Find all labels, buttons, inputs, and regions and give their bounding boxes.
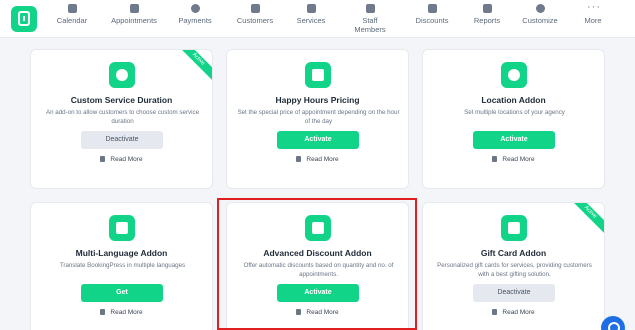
addon-description: Set multiple locations of your agency xyxy=(464,109,565,116)
addon-description: An add-on to allow customers to choose c… xyxy=(45,109,200,125)
palette-icon xyxy=(535,4,545,13)
read-more-link[interactable]: Read More xyxy=(423,156,604,163)
nav-label: Customize xyxy=(522,16,558,25)
more-dots-icon: ··· xyxy=(587,1,601,13)
clock-plus-icon xyxy=(109,62,135,88)
nav-label: Reports xyxy=(473,16,501,25)
calendar-icon xyxy=(67,4,77,13)
addon-card-location: Location Addon Set multiple locations of… xyxy=(422,49,605,189)
highlight-box xyxy=(217,198,417,330)
nav-label: Customers xyxy=(236,16,274,25)
nav-label: Discounts xyxy=(415,16,449,25)
addon-card-custom-service-duration: Active Custom Service Duration An add-on… xyxy=(30,49,213,189)
discount-tag-icon xyxy=(427,4,437,13)
nav-item-customers[interactable]: Customers xyxy=(234,4,276,25)
document-icon xyxy=(296,156,302,162)
read-more-label: Read More xyxy=(110,309,143,316)
read-more-label: Read More xyxy=(502,156,535,163)
nav-item-staff-members[interactable]: Staff Members xyxy=(346,4,394,34)
document-icon xyxy=(492,156,498,162)
addon-title: Happy Hours Pricing xyxy=(275,95,360,105)
deactivate-button[interactable]: Deactivate xyxy=(81,131,163,149)
appointments-icon xyxy=(129,4,139,13)
active-badge: Active xyxy=(175,50,212,83)
nav-label: Appointments xyxy=(111,16,157,25)
app-logo-icon[interactable] xyxy=(11,6,37,32)
hourglass-percent-icon xyxy=(305,62,331,88)
nav-item-appointments[interactable]: Appointments xyxy=(109,4,159,25)
read-more-link[interactable]: Read More xyxy=(227,156,408,163)
read-more-link[interactable]: Read More xyxy=(423,309,604,316)
location-pin-icon xyxy=(501,62,527,88)
document-icon xyxy=(100,156,106,162)
addon-title: Gift Card Addon xyxy=(480,248,547,258)
gift-card-icon xyxy=(501,215,527,241)
read-more-label: Read More xyxy=(502,309,535,316)
nav-label: Payments xyxy=(178,16,212,25)
addon-title: Location Addon xyxy=(481,95,546,105)
nav-label: Calendar xyxy=(56,16,88,25)
addon-card-happy-hours-pricing: Happy Hours Pricing Set the special pric… xyxy=(226,49,409,189)
read-more-link[interactable]: Read More xyxy=(31,309,212,316)
payments-icon xyxy=(190,4,200,13)
activate-button[interactable]: Activate xyxy=(277,131,359,149)
get-button[interactable]: Get xyxy=(81,284,163,302)
document-icon xyxy=(100,309,106,315)
read-more-label: Read More xyxy=(306,156,339,163)
nav-item-more[interactable]: ··· More xyxy=(580,1,606,26)
nav-item-reports[interactable]: Reports xyxy=(470,4,504,25)
nav-label: Staff Members xyxy=(354,16,386,34)
nav-label: Services xyxy=(296,16,326,25)
addon-description: Personalized gift cards for services, pr… xyxy=(437,262,592,278)
addon-card-multi-language: Multi-Language Addon Translate BookingPr… xyxy=(30,202,213,330)
read-more-link[interactable]: Read More xyxy=(31,156,212,163)
nav-item-calendar[interactable]: Calendar xyxy=(52,4,92,25)
addon-title: Multi-Language Addon xyxy=(75,248,168,258)
translate-icon xyxy=(109,215,135,241)
reports-icon xyxy=(482,4,492,13)
active-badge: Active xyxy=(567,203,604,236)
addon-card-gift-card: Active Gift Card Addon Personalized gift… xyxy=(422,202,605,330)
read-more-label: Read More xyxy=(110,156,143,163)
addon-description: Translate BookingPress in multiple langu… xyxy=(59,262,186,269)
nav-item-payments[interactable]: Payments xyxy=(175,4,215,25)
top-navigation: Calendar Appointments Payments Customers… xyxy=(0,0,635,38)
customers-icon xyxy=(250,4,260,13)
deactivate-button[interactable]: Deactivate xyxy=(473,284,555,302)
addon-description: Set the special price of appointment dep… xyxy=(237,109,400,125)
activate-button[interactable]: Activate xyxy=(473,131,555,149)
nav-item-customize[interactable]: Customize xyxy=(521,4,559,25)
staff-icon xyxy=(365,4,375,13)
nav-label: More xyxy=(584,16,602,25)
addon-title: Custom Service Duration xyxy=(70,95,173,105)
nav-item-services[interactable]: Services xyxy=(293,4,329,25)
document-icon xyxy=(492,309,498,315)
services-icon xyxy=(306,4,316,13)
nav-item-discounts[interactable]: Discounts xyxy=(413,4,451,25)
